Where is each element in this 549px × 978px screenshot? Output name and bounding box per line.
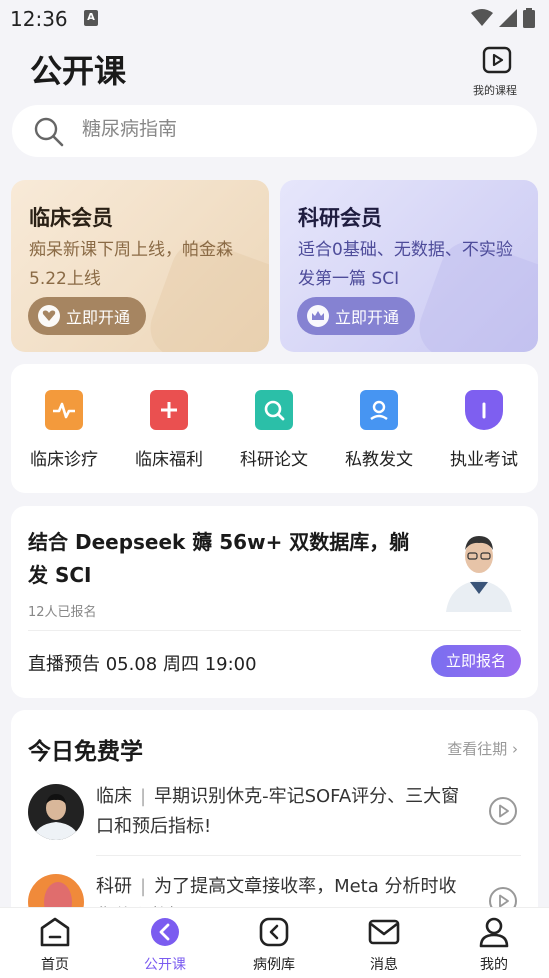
card-description: 适合0基础、无数据、不实验发第一篇 SCI: [298, 240, 513, 289]
tab-label: 公开课: [144, 957, 186, 973]
play-video-icon: [482, 46, 512, 74]
category-clinical-diagnosis[interactable]: 临床诊疗: [14, 390, 114, 470]
badge-icon: [465, 390, 503, 430]
separator: |: [140, 786, 147, 807]
person-card-icon: [360, 390, 398, 430]
course-title: 早期识别休克-牢记SOFA评分、三大窗口和预后指标!: [96, 786, 460, 837]
status-bar: 12:36 A: [0, 0, 549, 36]
tab-label: 首页: [41, 957, 69, 973]
notification-icon: A: [84, 10, 98, 26]
live-schedule: 直播预告 05.08 周四 19:00: [28, 654, 257, 675]
category-label: 科研论文: [240, 450, 308, 470]
card-description: 痴呆新课下周上线，帕金森5.22上线: [29, 240, 233, 289]
wifi-icon: [471, 9, 493, 26]
course-category: 科研: [96, 876, 132, 897]
tab-open-course[interactable]: 公开课: [125, 916, 205, 974]
play-circle-icon[interactable]: [488, 796, 518, 826]
clinical-member-card[interactable]: 临床会员 痴呆新课下周上线，帕金森5.22上线 立即开通: [11, 180, 269, 352]
separator: |: [140, 876, 147, 897]
tab-case-library[interactable]: 病例库: [234, 916, 314, 974]
live-course-card[interactable]: 结合 Deepseek 薅 56w+ 双数据库，躺发 SCI 12人已报名 直播…: [11, 506, 538, 698]
tab-home[interactable]: 首页: [15, 916, 95, 974]
plus-icon: [150, 390, 188, 430]
home-icon: [40, 917, 70, 947]
status-icons: [471, 8, 535, 28]
tab-profile[interactable]: 我的: [454, 916, 534, 974]
category-license-exam[interactable]: 执业考试: [434, 390, 534, 470]
status-time: 12:36: [10, 7, 68, 31]
chevron-right-icon: ›: [512, 740, 518, 758]
view-past-link[interactable]: 查看往期 ›: [447, 738, 518, 759]
view-past-label: 查看往期: [447, 740, 508, 758]
research-open-button[interactable]: 立即开通: [297, 297, 416, 335]
my-course-button[interactable]: 我的课程: [473, 46, 521, 98]
mail-icon: [368, 919, 400, 945]
category-label: 执业考试: [450, 450, 518, 470]
search-icon: [34, 117, 64, 147]
course-item[interactable]: 临床 | 早期识别休克-牢记SOFA评分、三大窗口和预后指标!: [11, 782, 538, 862]
bottom-tab-bar: 首页 公开课 病例库 消息 我的: [0, 907, 549, 978]
category-label: 临床福利: [135, 450, 203, 470]
divider: [96, 855, 521, 856]
search-doc-icon: [255, 390, 293, 430]
live-title: 结合 Deepseek 薅 56w+ 双数据库，躺发 SCI: [28, 530, 410, 587]
course-category: 临床: [96, 786, 132, 807]
card-title: 科研会员: [298, 206, 382, 230]
crown-icon: [307, 305, 329, 327]
page-title: 公开课: [30, 52, 127, 90]
user-icon: [479, 917, 509, 948]
course-text: 临床 | 早期识别休克-牢记SOFA评分、三大窗口和预后指标!: [96, 782, 466, 842]
play-circle-icon: [151, 918, 179, 946]
category-clinical-welfare[interactable]: 临床福利: [119, 390, 219, 470]
section-title: 今日免费学: [28, 739, 143, 765]
search-input[interactable]: [80, 117, 504, 141]
category-private-tutor[interactable]: 私教发文: [329, 390, 429, 470]
register-button[interactable]: 立即报名: [431, 645, 521, 677]
tab-label: 我的: [480, 957, 508, 973]
search-box[interactable]: [12, 105, 537, 157]
button-label: 立即开通: [335, 308, 400, 327]
research-member-card[interactable]: 科研会员 适合0基础、无数据、不实验发第一篇 SCI 立即开通: [280, 180, 538, 352]
tab-label: 消息: [370, 957, 398, 973]
tab-label: 病例库: [253, 957, 295, 973]
category-grid: 临床诊疗 临床福利 科研论文 私教发文 执业考试: [11, 364, 538, 493]
my-course-label: 我的课程: [473, 84, 517, 97]
lecturer-avatar: [28, 784, 84, 840]
battery-icon: [523, 8, 535, 28]
tab-messages[interactable]: 消息: [344, 916, 424, 974]
clinical-open-button[interactable]: 立即开通: [28, 297, 147, 335]
divider: [28, 630, 521, 631]
lecturer-avatar: [440, 524, 518, 612]
heart-icon: [38, 305, 60, 327]
category-label: 私教发文: [345, 450, 413, 470]
category-label: 临床诊疗: [30, 450, 98, 470]
live-enroll-count: 12人已报名: [28, 605, 97, 620]
card-title: 临床会员: [29, 206, 113, 230]
signal-icon: [499, 9, 517, 27]
pulse-icon: [45, 390, 83, 430]
button-label: 立即开通: [66, 308, 131, 327]
case-icon: [259, 917, 289, 947]
category-research-paper[interactable]: 科研论文: [224, 390, 324, 470]
